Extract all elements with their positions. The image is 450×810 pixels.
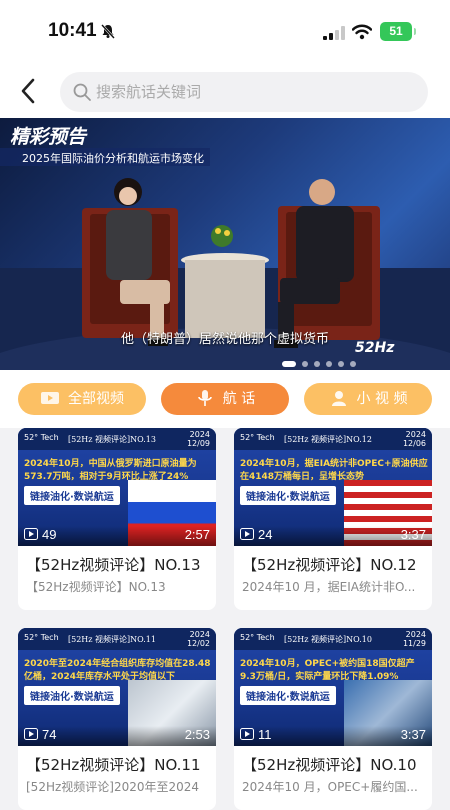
banner-carousel[interactable]: 精彩预告 2025年国际油价分析和航运市场变化 他（特朗普）居然说他那个虚拟货币… [0, 118, 450, 370]
tab-small-videos[interactable]: 小 视 频 [304, 383, 432, 415]
carousel-dots [282, 352, 362, 367]
carousel-dot[interactable] [326, 361, 332, 367]
banner-subtitle: 2025年国际油价分析和航运市场变化 [22, 152, 204, 165]
search-icon [73, 83, 91, 101]
thumbnail-date: 2024 12/06 [402, 430, 426, 448]
video-thumbnail: 52° Tech [52Hz 视频评论]NO.11 2024 12/02 2020… [18, 628, 216, 746]
person-icon [331, 390, 346, 406]
banner-title: 精彩预告 [10, 126, 87, 148]
video-title: 【52Hz视频评论】NO.10 [242, 756, 417, 774]
thumbnail-tag: 链接油化·数说航运 [24, 486, 120, 505]
thumbnail-logo: 52° Tech [240, 633, 275, 642]
video-thumbnail: 52° Tech [52Hz 视频评论]NO.12 2024 12/06 2024… [234, 428, 432, 546]
thumbnail-series: [52Hz 视频评论]NO.11 [68, 635, 156, 644]
tab-label: 小 视 频 [356, 391, 408, 407]
status-time: 10:41 [48, 20, 97, 41]
video-subtitle: [52Hz视频评论]2020年至2024 [26, 780, 200, 794]
video-card[interactable]: 52° Tech [52Hz 视频评论]NO.10 2024 11/29 2024… [234, 628, 432, 810]
play-count-icon [240, 728, 254, 740]
video-card[interactable]: 52° Tech [52Hz 视频评论]NO.11 2024 12/02 2020… [18, 628, 216, 810]
video-subtitle: 2024年10 月，据EIA统计非O... [242, 580, 416, 594]
battery-indicator: 51 [380, 22, 416, 41]
thumbnail-logo: 52° Tech [24, 633, 59, 642]
video-duration: 3:37 [400, 527, 426, 542]
banner-logo: 52Hz [355, 340, 395, 356]
video-title: 【52Hz视频评论】NO.12 [242, 556, 417, 574]
search-input[interactable] [96, 72, 416, 112]
status-bar: 10:41 51 [0, 0, 450, 64]
search-bar[interactable] [60, 72, 428, 112]
thumbnail-date: 2024 12/02 [186, 630, 210, 648]
video-thumbnail: 52° Tech [52Hz 视频评论]NO.10 2024 11/29 2024… [234, 628, 432, 746]
thumbnail-series: [52Hz 视频评论]NO.13 [68, 435, 156, 444]
wifi-icon [352, 24, 372, 40]
thumbnail-logo: 52° Tech [24, 433, 59, 442]
view-count: 74 [42, 727, 57, 742]
play-count-icon [24, 528, 38, 540]
tab-all-videos[interactable]: 全部视频 [18, 383, 146, 415]
tab-hanghua[interactable]: 航 话 [161, 383, 289, 415]
thumbnail-date: 2024 12/09 [186, 430, 210, 448]
video-subtitle: 【52Hz视频评论】NO.13 [26, 580, 166, 594]
signal-icon [323, 26, 345, 40]
category-tabs: 全部视频 航 话 小 视 频 [0, 370, 450, 428]
view-count: 24 [258, 527, 273, 542]
thumbnail-logo: 52° Tech [240, 433, 275, 442]
thumbnail-tag: 链接油化·数说航运 [24, 686, 120, 705]
carousel-dot[interactable] [350, 361, 356, 367]
video-duration: 2:57 [184, 527, 210, 542]
video-title: 【52Hz视频评论】NO.11 [26, 756, 201, 774]
tab-label: 全部视频 [68, 391, 124, 407]
microphone-icon [197, 389, 212, 406]
carousel-dot[interactable] [282, 361, 296, 367]
carousel-dot[interactable] [302, 361, 308, 367]
video-icon [41, 391, 59, 404]
play-count-icon [24, 728, 38, 740]
video-grid: 52° Tech [52Hz 视频评论]NO.13 2024 12/09 2024… [0, 428, 450, 810]
view-count: 49 [42, 527, 57, 542]
video-thumbnail: 52° Tech [52Hz 视频评论]NO.13 2024 12/09 2024… [18, 428, 216, 546]
carousel-dot[interactable] [338, 361, 344, 367]
thumbnail-tag: 链接油化·数说航运 [240, 486, 336, 505]
bell-muted-icon [101, 24, 115, 39]
video-duration: 3:37 [400, 727, 426, 742]
search-header [0, 64, 450, 118]
play-count-icon [240, 528, 254, 540]
video-title: 【52Hz视频评论】NO.13 [26, 556, 201, 574]
back-arrow-icon[interactable] [14, 74, 42, 108]
thumbnail-series: [52Hz 视频评论]NO.10 [284, 635, 372, 644]
carousel-dot[interactable] [314, 361, 320, 367]
video-card[interactable]: 52° Tech [52Hz 视频评论]NO.12 2024 12/06 2024… [234, 428, 432, 610]
video-card[interactable]: 52° Tech [52Hz 视频评论]NO.13 2024 12/09 2024… [18, 428, 216, 610]
video-duration: 2:53 [184, 727, 210, 742]
thumbnail-date: 2024 11/29 [402, 630, 426, 648]
video-subtitle: 2024年10 月，OPEC+履约国... [242, 780, 418, 794]
view-count: 11 [258, 727, 272, 742]
thumbnail-tag: 链接油化·数说航运 [240, 686, 336, 705]
tab-label: 航 话 [222, 391, 256, 407]
thumbnail-series: [52Hz 视频评论]NO.12 [284, 435, 372, 444]
